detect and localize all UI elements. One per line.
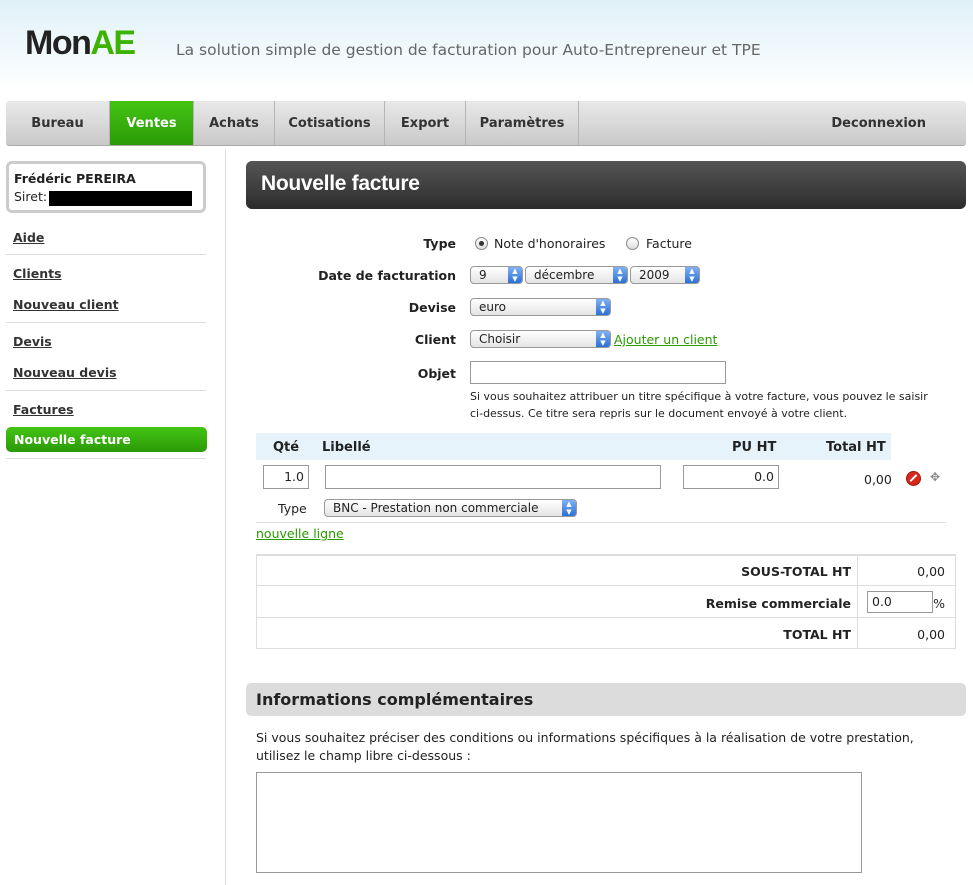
user-name: Frédéric PEREIRA xyxy=(14,171,136,186)
col-qty: Qté xyxy=(273,440,300,455)
discount-input[interactable]: 0.0 xyxy=(867,591,933,613)
type-label: Type xyxy=(423,236,456,251)
objet-input[interactable] xyxy=(470,361,726,384)
select-arrow-icon: ▲ ▼ xyxy=(508,267,522,283)
delete-icon[interactable] xyxy=(906,471,921,486)
sidebar-item-factures[interactable]: Factures xyxy=(13,402,74,417)
objet-label: Objet xyxy=(417,366,456,381)
add-client-link[interactable]: Ajouter un client xyxy=(614,332,717,347)
sidebar-item-aide[interactable]: Aide xyxy=(13,230,44,245)
sidebar-item-nouvelle-facture[interactable]: Nouvelle facture xyxy=(6,427,207,452)
tab-parametres[interactable]: Paramètres xyxy=(466,101,579,145)
page-title: Nouvelle facture xyxy=(261,172,420,195)
info-textarea[interactable] xyxy=(256,772,862,873)
totals-table: SOUS-TOTAL HT 0,00 Remise commerciale 0.… xyxy=(256,554,956,649)
sidebar-divider xyxy=(6,254,206,255)
tab-bureau[interactable]: Bureau xyxy=(6,101,110,145)
month-select[interactable]: décembre ▲ ▼ xyxy=(525,266,628,284)
line-type-value: BNC - Prestation non commerciale xyxy=(333,501,539,515)
client-label: Client xyxy=(414,332,456,347)
select-arrow-icon: ▲ ▼ xyxy=(596,299,610,315)
logo-ae: AE xyxy=(90,24,136,62)
select-arrow-icon: ▲ ▼ xyxy=(685,267,699,283)
client-select[interactable]: Choisir ▲ ▼ xyxy=(470,330,611,348)
col-total: Total HT xyxy=(826,440,886,455)
total-row: TOTAL HT 0,00 xyxy=(257,617,955,649)
select-arrow-icon: ▲ ▼ xyxy=(613,267,627,283)
select-arrow-icon: ▲ ▼ xyxy=(596,331,610,347)
pu-input[interactable]: 0.0 xyxy=(683,465,779,489)
siret-redacted xyxy=(49,191,192,206)
label-input[interactable] xyxy=(325,465,661,489)
line-type-label: Type xyxy=(278,501,307,516)
sidebar-divider xyxy=(6,458,206,459)
subtotal-value: 0,00 xyxy=(917,564,945,579)
objet-hint: Si vous souhaitez attribuer un titre spé… xyxy=(470,390,928,420)
devise-select[interactable]: euro ▲ ▼ xyxy=(470,298,611,316)
sidebar: Frédéric PEREIRA Siret: Aide Clients Nou… xyxy=(0,150,226,885)
line-total: 0,00 xyxy=(864,472,892,487)
tab-ventes[interactable]: Ventes xyxy=(110,101,194,145)
tagline: La solution simple de gestion de factura… xyxy=(176,41,761,59)
user-box: Frédéric PEREIRA Siret: xyxy=(6,161,206,213)
date-label: Date de facturation xyxy=(318,268,456,283)
sidebar-item-nouveau-devis[interactable]: Nouveau devis xyxy=(13,365,117,380)
lines-divider xyxy=(256,522,946,523)
client-value: Choisir xyxy=(479,332,521,346)
discount-row: Remise commerciale 0.0 % xyxy=(257,585,955,617)
devise-value: euro xyxy=(479,300,506,314)
sidebar-divider xyxy=(6,322,206,323)
day-select[interactable]: 9 ▲ ▼ xyxy=(470,266,523,284)
type-radio-honoraires[interactable] xyxy=(475,237,488,250)
type-option-honoraires[interactable]: Note d'honoraires xyxy=(494,236,605,251)
sidebar-item-clients[interactable]: Clients xyxy=(13,266,62,281)
logo-mon: Mon xyxy=(25,24,92,62)
info-text: Si vous souhaitez préciser des condition… xyxy=(256,730,914,763)
type-radio-facture[interactable] xyxy=(626,237,639,250)
col-pu: PU HT xyxy=(732,440,777,455)
tab-export[interactable]: Export xyxy=(385,101,466,145)
devise-label: Devise xyxy=(408,300,456,315)
sidebar-divider xyxy=(6,390,206,391)
select-arrow-icon: ▲ ▼ xyxy=(562,500,576,516)
new-line-link[interactable]: nouvelle ligne xyxy=(256,526,344,541)
discount-label: Remise commerciale xyxy=(705,596,851,611)
qty-input[interactable]: 1.0 xyxy=(263,465,309,489)
tab-achats[interactable]: Achats xyxy=(194,101,275,145)
line-type-select[interactable]: BNC - Prestation non commerciale ▲ ▼ xyxy=(324,499,577,517)
subtotal-label: SOUS-TOTAL HT xyxy=(741,564,851,579)
info-section-header: Informations complémentaires xyxy=(246,683,966,716)
header: MonAE La solution simple de gestion de f… xyxy=(0,0,973,100)
year-select[interactable]: 2009 ▲ ▼ xyxy=(630,266,700,284)
main-nav: Bureau Ventes Achats Cotisations Export … xyxy=(6,101,966,146)
tab-cotisations[interactable]: Cotisations xyxy=(275,101,385,145)
day-value: 9 xyxy=(479,268,487,282)
sidebar-item-devis[interactable]: Devis xyxy=(13,334,52,349)
year-value: 2009 xyxy=(639,268,670,282)
logout-link[interactable]: Deconnexion xyxy=(831,101,926,145)
col-label: Libellé xyxy=(322,440,371,455)
page-title-bar: Nouvelle facture xyxy=(246,161,966,209)
move-icon[interactable]: ✥ xyxy=(930,470,940,484)
type-option-facture[interactable]: Facture xyxy=(646,236,692,251)
logo[interactable]: MonAE xyxy=(25,24,136,63)
total-label: TOTAL HT xyxy=(783,627,851,642)
siret-label: Siret: xyxy=(14,189,48,204)
subtotal-row: SOUS-TOTAL HT 0,00 xyxy=(257,555,955,587)
sidebar-item-nouveau-client[interactable]: Nouveau client xyxy=(13,297,119,312)
month-value: décembre xyxy=(534,268,595,282)
discount-unit: % xyxy=(933,596,945,611)
total-value: 0,00 xyxy=(917,627,945,642)
info-title: Informations complémentaires xyxy=(256,690,534,709)
